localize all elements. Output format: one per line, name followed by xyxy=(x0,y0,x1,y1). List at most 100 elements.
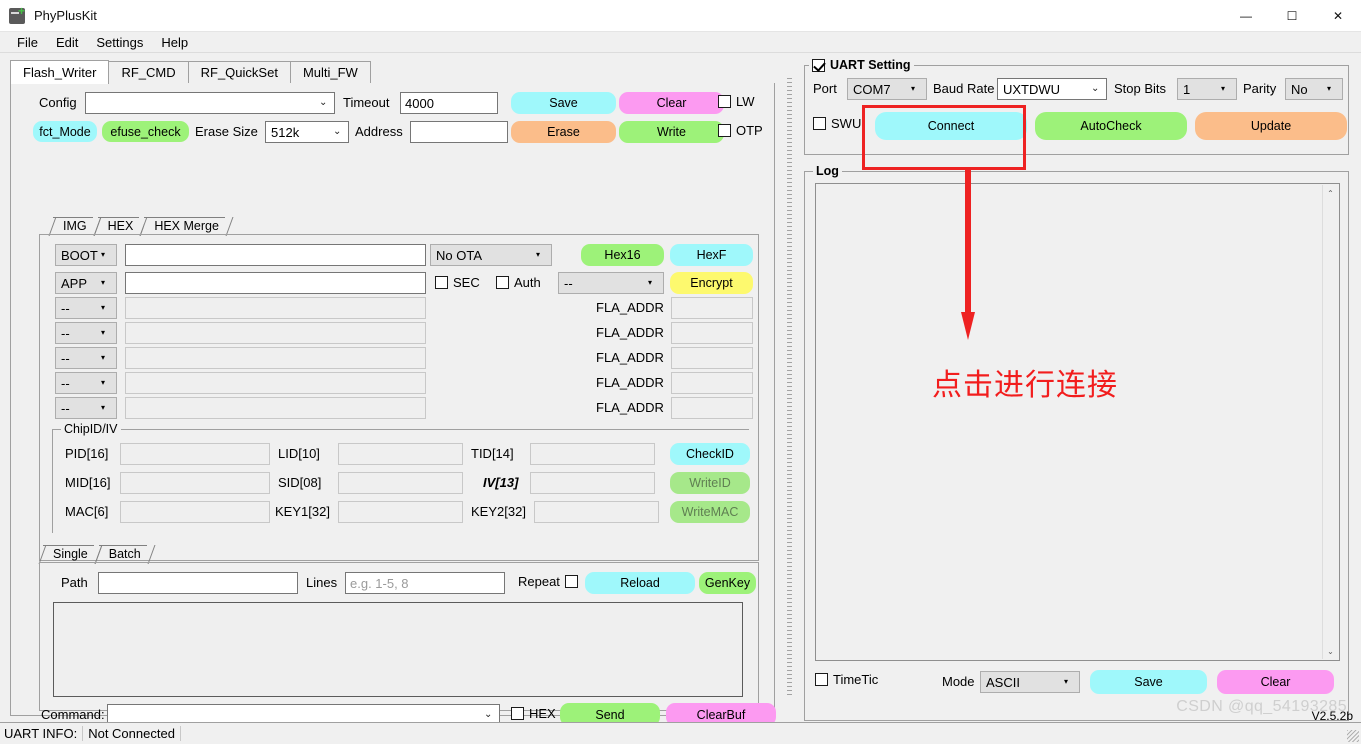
config-combo[interactable]: ⌄ xyxy=(85,92,335,114)
erase-button[interactable]: Erase xyxy=(511,121,616,143)
lines-input[interactable] xyxy=(345,572,505,594)
hex-row-2-path-input[interactable] xyxy=(125,297,426,319)
tab-rf-cmd[interactable]: RF_CMD xyxy=(108,61,189,83)
writemac-button[interactable]: WriteMAC xyxy=(670,501,750,523)
menu-item-file[interactable]: File xyxy=(8,33,47,52)
hex-row-5-fla-input[interactable] xyxy=(671,372,753,394)
lw-checkbox[interactable]: LW xyxy=(718,94,755,109)
uart-setting-title[interactable]: UART Setting xyxy=(809,58,914,72)
lid-input[interactable] xyxy=(338,443,463,465)
hex-row-5-path-input[interactable] xyxy=(125,372,426,394)
writeid-button[interactable]: WriteID xyxy=(670,472,750,494)
key1-input[interactable] xyxy=(338,501,463,523)
hex-row-1-type-combo[interactable]: APP ▾ xyxy=(55,272,117,294)
hex-row-1-path-input[interactable] xyxy=(125,272,426,294)
save-button[interactable]: Save xyxy=(511,92,616,114)
app-logo-icon xyxy=(9,5,25,24)
hex-row-6-type-combo[interactable]: -- ▾ xyxy=(55,397,117,419)
hex-row-4-fla-input[interactable] xyxy=(671,347,753,369)
hex-checkbox[interactable]: HEX xyxy=(511,706,556,721)
timetic-checkbox[interactable]: TimeTic xyxy=(815,672,878,687)
timeout-input[interactable] xyxy=(400,92,498,114)
update-button[interactable]: Update xyxy=(1195,112,1347,140)
hexf-button[interactable]: HexF xyxy=(670,244,753,266)
batch-list[interactable] xyxy=(53,602,743,697)
annotation-text: 点击进行连接 xyxy=(932,368,1118,403)
mid-input[interactable] xyxy=(120,472,270,494)
auth-label: Auth xyxy=(514,275,541,290)
tab-batch[interactable]: Batch xyxy=(98,545,147,563)
hex-row-5-type-combo[interactable]: -- ▾ xyxy=(55,372,117,394)
tab-hex-merge[interactable]: HEX Merge xyxy=(144,217,225,235)
stop-bits-combo[interactable]: 1 ▾ xyxy=(1177,78,1237,100)
efuse-check-button[interactable]: efuse_check xyxy=(102,121,189,142)
close-icon[interactable]: ✕ xyxy=(1315,0,1361,32)
auth-checkbox[interactable]: Auth xyxy=(496,275,541,290)
hex-row-0-type-combo[interactable]: BOOT ▾ xyxy=(55,244,117,266)
hex16-button[interactable]: Hex16 xyxy=(581,244,664,266)
repeat-checkbox[interactable]: Repeat xyxy=(518,574,578,589)
tab-flash-writer[interactable]: Flash_Writer xyxy=(10,60,110,84)
caret-down-icon: ▾ xyxy=(101,378,106,387)
key2-input[interactable] xyxy=(534,501,659,523)
hex-row-0-path-input[interactable] xyxy=(125,244,426,266)
hex-row-6-fla-input[interactable] xyxy=(671,397,753,419)
sec-checkbox[interactable]: SEC xyxy=(435,275,480,290)
encrypt-button[interactable]: Encrypt xyxy=(670,272,753,294)
log-clear-button[interactable]: Clear xyxy=(1217,670,1334,694)
connect-button[interactable]: Connect xyxy=(875,112,1027,140)
hex-row-6-type-value: -- xyxy=(61,401,70,416)
tab-multi-fw[interactable]: Multi_FW xyxy=(289,61,371,83)
hex-row-3-path-input[interactable] xyxy=(125,322,426,344)
address-label: Address xyxy=(355,124,403,139)
resize-grip-icon[interactable] xyxy=(1347,730,1359,742)
address-input[interactable] xyxy=(410,121,508,143)
menu-item-edit[interactable]: Edit xyxy=(47,33,87,52)
auth-type-combo[interactable]: -- ▾ xyxy=(558,272,664,294)
tid-input[interactable] xyxy=(530,443,655,465)
ota-combo[interactable]: No OTA ▾ xyxy=(430,244,552,266)
hex-row-2-type-combo[interactable]: -- ▾ xyxy=(55,297,117,319)
tab-img[interactable]: IMG xyxy=(53,217,93,235)
iv-input[interactable] xyxy=(530,472,655,494)
menu-item-help[interactable]: Help xyxy=(152,33,197,52)
port-combo[interactable]: COM7 ▾ xyxy=(847,78,927,100)
scroll-down-icon[interactable]: ⌄ xyxy=(1323,643,1338,659)
log-save-button[interactable]: Save xyxy=(1090,670,1207,694)
hex-row-6-path-input[interactable] xyxy=(125,397,426,419)
write-button[interactable]: Write xyxy=(619,121,724,143)
reload-button[interactable]: Reload xyxy=(585,572,695,594)
pid-input[interactable] xyxy=(120,443,270,465)
mode-combo[interactable]: ASCII ▾ xyxy=(980,671,1080,693)
menu-item-settings[interactable]: Settings xyxy=(87,33,152,52)
log-group-title: Log xyxy=(813,164,842,178)
otp-checkbox[interactable]: OTP xyxy=(718,123,763,138)
log-scrollbar[interactable]: ⌃ ⌄ xyxy=(1322,185,1338,659)
genkey-button[interactable]: GenKey xyxy=(699,572,756,594)
hex-row-3-type-combo[interactable]: -- ▾ xyxy=(55,322,117,344)
autocheck-button[interactable]: AutoCheck xyxy=(1035,112,1187,140)
scroll-up-icon[interactable]: ⌃ xyxy=(1323,185,1338,201)
pane-splitter[interactable] xyxy=(783,53,796,722)
hex-row-4-path-input[interactable] xyxy=(125,347,426,369)
fct-mode-button[interactable]: fct_Mode xyxy=(33,121,97,142)
minimize-icon[interactable]: — xyxy=(1223,0,1269,32)
parity-combo[interactable]: No ▾ xyxy=(1285,78,1343,100)
path-input[interactable] xyxy=(98,572,298,594)
tab-rf-quickset[interactable]: RF_QuickSet xyxy=(187,61,291,83)
baud-rate-combo[interactable]: UXTDWU ⌄ xyxy=(997,78,1107,100)
tab-single[interactable]: Single xyxy=(43,545,94,563)
swu-checkbox[interactable]: SWU xyxy=(813,116,861,131)
log-textarea[interactable]: ⌃ ⌄ xyxy=(815,183,1340,661)
tab-hex[interactable]: HEX xyxy=(97,217,140,235)
sid-input[interactable] xyxy=(338,472,463,494)
splitter-grip[interactable] xyxy=(787,77,792,698)
hex-row-4-type-combo[interactable]: -- ▾ xyxy=(55,347,117,369)
hex-row-2-fla-input[interactable] xyxy=(671,297,753,319)
mac-input[interactable] xyxy=(120,501,270,523)
erase-size-combo[interactable]: 512k ⌄ xyxy=(265,121,349,143)
clear-button[interactable]: Clear xyxy=(619,92,724,114)
maximize-icon[interactable]: ☐ xyxy=(1269,0,1315,32)
checkid-button[interactable]: CheckID xyxy=(670,443,750,465)
hex-row-3-fla-input[interactable] xyxy=(671,322,753,344)
